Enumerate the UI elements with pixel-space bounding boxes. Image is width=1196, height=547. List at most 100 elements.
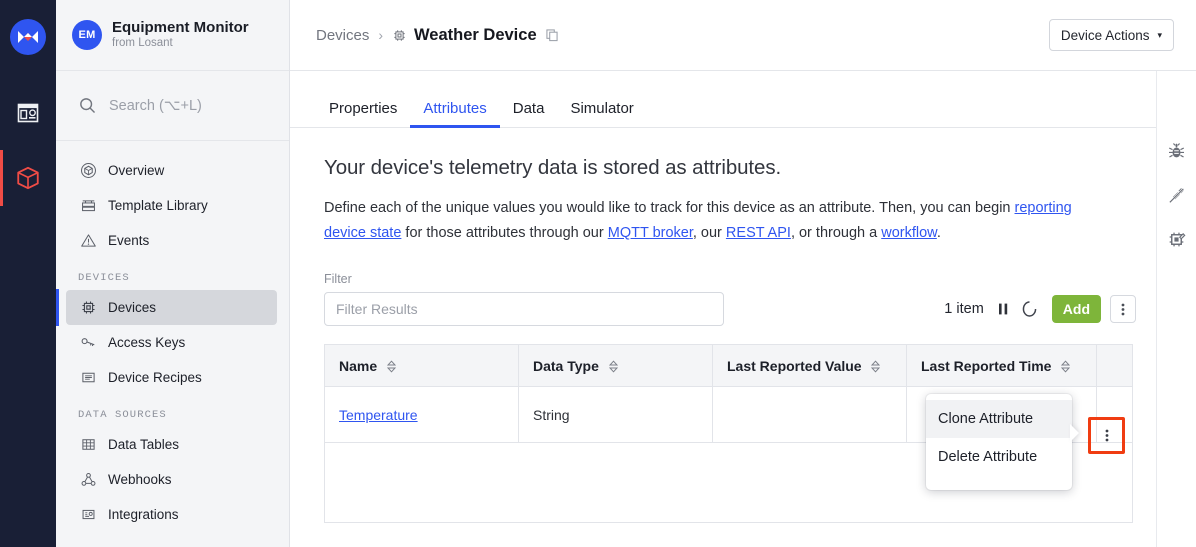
rail-item-applications[interactable] [0,150,56,206]
filter-label: Filter [324,272,352,286]
app-root: EM Equipment Monitor from Losant Search … [0,0,1196,547]
kebab-menu-icon [1105,429,1108,442]
device-chip-icon [78,299,98,316]
column-label: Name [339,357,378,374]
sidebar-item-label: Integrations [108,507,179,522]
plug-off-icon [1169,187,1185,203]
sidebar-item-label: Device Recipes [108,370,202,385]
sidebar-group-devices: DEVICES [78,272,130,284]
filter-row: Filter Results 1 item Add [316,286,1196,326]
desc-part-4: , or through a [790,225,882,241]
sidebar-item-label: Template Library [108,198,208,213]
device-edit-icon [1169,232,1186,246]
tab-attributes[interactable]: Attributes [410,100,501,128]
sidebar-item-events[interactable]: Events [66,223,277,258]
sidebar-item-label: Devices [108,300,157,315]
sidebar-item-devices[interactable]: Devices [56,289,277,326]
bug-icon [1168,142,1185,158]
sort-icon [387,359,397,373]
desc-part-1: Define each of the unique values you wou… [324,200,1015,216]
tab-properties[interactable]: Properties [316,100,410,127]
sidebar-nav: Overview Template Library Events DEVICES… [56,141,289,532]
sidebar-item-overview[interactable]: Overview [66,153,277,188]
row-context-menu: Clone Attribute Delete Attribute [926,394,1072,490]
sidebar-item-device-recipes[interactable]: Device Recipes [66,360,277,395]
column-header-last-reported-time[interactable]: Last Reported Time [906,344,1097,387]
add-button[interactable]: Add [1051,295,1101,323]
sidebar-item-template-library[interactable]: Template Library [66,188,277,223]
column-label: Last Reported Time [921,357,1052,374]
column-header-name[interactable]: Name [324,344,519,387]
device-chip-icon [392,28,407,43]
chevron-down-icon: ▾ [1157,29,1162,40]
right-rail-device-settings[interactable] [1157,217,1196,261]
item-count: 1 item [944,301,984,317]
pause-icon[interactable] [997,302,1010,316]
tab-bar: Properties Attributes Data Simulator [316,71,1196,128]
dashboards-icon [17,103,39,123]
tab-simulator[interactable]: Simulator [557,100,646,127]
breadcrumb-separator: › [378,27,384,43]
sidebar-item-integrations[interactable]: Integrations [66,497,277,532]
icon-rail [0,0,56,547]
breadcrumb-devices[interactable]: Devices [316,27,369,44]
sidebar-item-data-tables[interactable]: Data Tables [66,427,277,462]
kebab-menu-icon [1121,303,1125,315]
column-header-last-reported-value[interactable]: Last Reported Value [712,344,907,387]
sort-icon [608,359,618,373]
template-icon [78,197,98,214]
search-input[interactable]: Search (⌥+L) [56,71,289,141]
overview-icon [78,162,98,179]
integrations-icon [78,506,98,523]
sidebar-item-webhooks[interactable]: Webhooks [66,462,277,497]
desc-part-5: . [936,225,941,241]
org-name: Equipment Monitor [112,19,249,36]
sidebar: EM Equipment Monitor from Losant Search … [56,0,290,547]
device-actions-label: Device Actions [1060,27,1150,43]
tab-data[interactable]: Data [500,100,558,127]
cell-data-type: String [518,386,713,443]
sidebar-item-label: Events [108,233,150,248]
rail-item-dashboards[interactable] [0,85,56,141]
column-label: Last Reported Value [727,357,862,374]
link-rest-api[interactable]: REST API [726,225,791,241]
attribute-link-temperature[interactable]: Temperature [339,407,418,423]
sidebar-group-data-sources: DATA SOURCES [78,409,167,421]
right-rail-debug[interactable] [1157,129,1196,173]
column-header-actions [1096,344,1133,387]
search-placeholder: Search (⌥+L) [109,97,202,114]
desc-part-3: , our [692,225,726,241]
org-header[interactable]: EM Equipment Monitor from Losant [56,0,289,71]
cell-last-reported-value [712,386,907,443]
toolbar-kebab-button[interactable] [1110,295,1136,323]
row-actions-kebab-button[interactable] [1096,425,1117,446]
sidebar-item-label: Overview [108,163,165,178]
menu-item-delete-attribute[interactable]: Delete Attribute [926,438,1072,476]
sort-icon [1061,359,1071,373]
copy-icon[interactable] [545,28,559,42]
section-heading: Your device's telemetry data is stored a… [324,156,782,179]
device-actions-button[interactable]: Device Actions ▾ [1048,19,1174,51]
sidebar-item-access-keys[interactable]: Access Keys [66,325,277,360]
sidebar-item-label: Webhooks [108,472,172,487]
column-header-data-type[interactable]: Data Type [518,344,713,387]
topbar: Devices › Weather Device Device Actions [290,0,1196,71]
page-title: Weather Device [414,25,537,44]
org-subtitle: from Losant [112,37,173,49]
losant-logo-icon[interactable] [10,19,46,55]
right-rail [1156,71,1196,547]
recipe-icon [78,369,98,386]
cell-name: Temperature [324,386,519,443]
table-header-row: Name Data Type Last Reported Value Last … [324,344,1133,387]
link-workflow[interactable]: workflow [881,225,937,241]
applications-icon [17,166,39,190]
menu-item-clone-attribute[interactable]: Clone Attribute [926,400,1072,438]
sidebar-item-label: Access Keys [108,335,186,350]
right-rail-connection-status[interactable] [1157,173,1196,217]
search-icon [78,96,97,115]
spinner-icon[interactable] [1021,300,1038,318]
link-mqtt-broker[interactable]: MQTT broker [608,225,693,241]
section-description: Define each of the unique values you wou… [316,180,1116,246]
filter-input[interactable]: Filter Results [324,292,724,326]
table-icon [78,436,98,453]
